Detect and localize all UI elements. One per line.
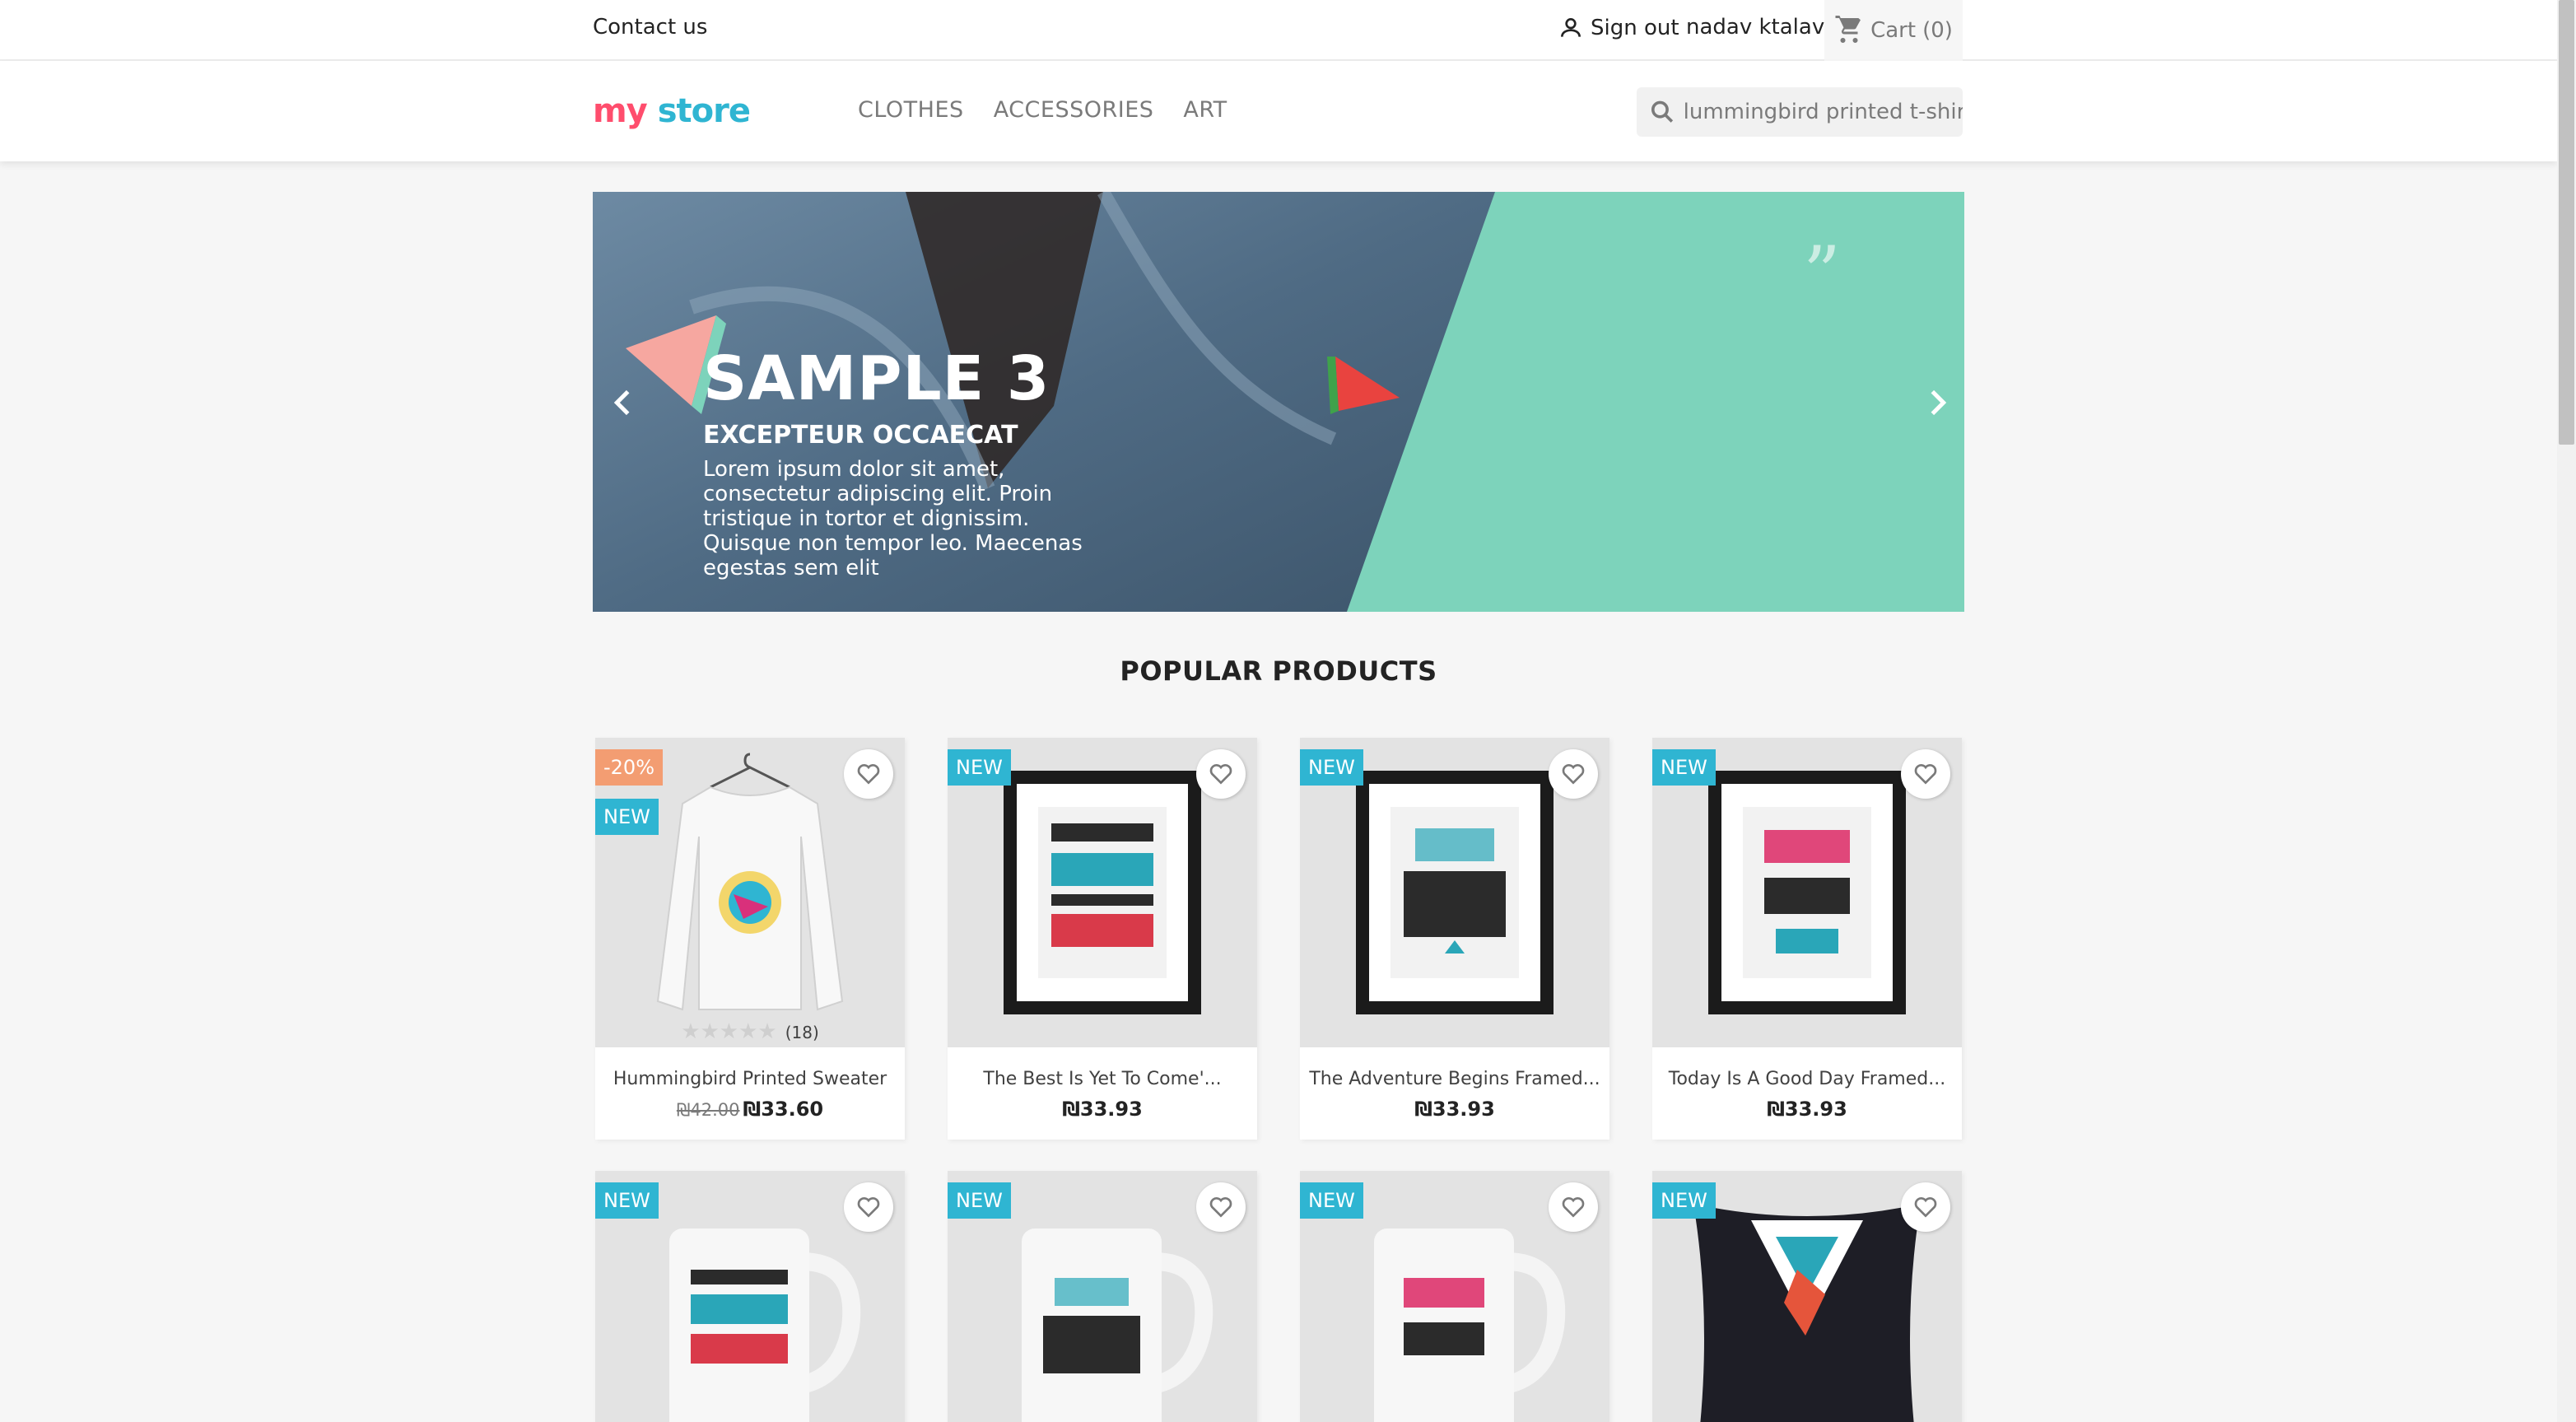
menu-item-clothes[interactable]: CLOTHES <box>858 97 964 123</box>
product-price: ₪33.93 <box>1062 1098 1143 1121</box>
heart-icon <box>1914 764 1937 785</box>
product-price: ₪33.93 <box>1767 1098 1847 1121</box>
product-image-sweater[interactable]: -20% NEW ★★★★★ (18) <box>595 738 905 1047</box>
wishlist-button[interactable] <box>1901 1182 1950 1232</box>
product-name[interactable]: Hummingbird Printed Sweater <box>595 1069 905 1089</box>
svg-text:”: ” <box>1803 231 1841 317</box>
site-header: my store CLOTHES ACCESSORIES ART lumming… <box>0 61 2557 161</box>
product-price: ₪33.60 <box>743 1098 824 1121</box>
logo-part-1: my <box>593 92 648 130</box>
cart-button[interactable]: Cart (0) <box>1824 0 1963 61</box>
product-image-mug-today[interactable]: NEW <box>1300 1171 1609 1422</box>
menu-item-art[interactable]: ART <box>1183 97 1227 123</box>
popular-products-heading: POPULAR PRODUCTS <box>1120 655 1437 687</box>
wishlist-button[interactable] <box>844 1182 893 1232</box>
wishlist-button[interactable] <box>844 749 893 799</box>
carousel-prev-arrow-icon[interactable] <box>606 386 639 419</box>
search-icon <box>1651 100 1674 123</box>
product-image-frame-today[interactable]: NEW <box>1652 738 1962 1047</box>
product-name[interactable]: The Adventure Begins Framed... <box>1300 1069 1609 1089</box>
product-old-price: ₪42.00 <box>676 1100 740 1120</box>
wishlist-button[interactable] <box>1196 1182 1246 1232</box>
wishlist-button[interactable] <box>1901 749 1950 799</box>
heart-icon <box>1209 1197 1232 1218</box>
cart-label: Cart <box>1870 18 1917 43</box>
store-logo[interactable]: my store <box>593 92 751 130</box>
new-badge: NEW <box>1300 1182 1363 1219</box>
wishlist-button[interactable] <box>1549 749 1598 799</box>
product-card[interactable]: NEW <box>948 1171 1257 1422</box>
logo-part-2 <box>647 92 658 130</box>
new-badge: NEW <box>948 1182 1011 1219</box>
logo-part-3: store <box>657 92 751 130</box>
search-value: lummingbird printed t-shirt <box>1683 100 1963 124</box>
product-price: ₪33.93 <box>1414 1098 1495 1121</box>
heart-icon <box>857 1197 880 1218</box>
heart-icon <box>1209 764 1232 785</box>
hero-carousel[interactable]: ” SAMPLE 3 EXCEPTEUR OCCAECAT Lorem ipsu… <box>593 192 1964 612</box>
heart-icon <box>1562 1197 1585 1218</box>
product-card[interactable]: NEW <box>1300 1171 1609 1422</box>
carousel-next-arrow-icon[interactable] <box>1922 386 1954 419</box>
contact-us-link[interactable]: Contact us <box>593 15 707 40</box>
product-image-cushion[interactable]: NEW <box>1652 1171 1962 1422</box>
product-image-mug-best[interactable]: NEW <box>595 1171 905 1422</box>
main-menu: CLOTHES ACCESSORIES ART <box>858 97 1227 123</box>
slide-title: SAMPLE 3 <box>703 343 1050 414</box>
new-badge: NEW <box>1300 749 1363 786</box>
wishlist-button[interactable] <box>1549 1182 1598 1232</box>
search-input[interactable]: lummingbird printed t-shirt <box>1637 87 1963 137</box>
product-image-frame-adventure[interactable]: NEW <box>1300 738 1609 1047</box>
product-card[interactable]: NEW Today Is A Good Day Framed... ₪33.93 <box>1652 738 1962 1140</box>
heart-icon <box>857 764 880 785</box>
wishlist-button[interactable] <box>1196 749 1246 799</box>
heart-icon <box>1562 764 1585 785</box>
product-image-mug-adventure[interactable]: NEW <box>948 1171 1257 1422</box>
product-card[interactable]: NEW The Best Is Yet To Come'... ₪33.93 <box>948 738 1257 1140</box>
cart-count: (0) <box>1922 18 1953 43</box>
user-icon <box>1561 18 1581 37</box>
menu-item-accessories[interactable]: ACCESSORIES <box>994 97 1154 123</box>
new-badge: NEW <box>595 799 659 835</box>
top-nav-bar: Contact us Sign out nadav ktalav Cart (0… <box>0 0 2557 61</box>
sign-out-label: Sign out <box>1591 16 1679 40</box>
new-badge: NEW <box>948 749 1011 786</box>
sign-out-link[interactable]: Sign out <box>1558 15 1679 41</box>
product-card[interactable]: NEW <box>1652 1171 1962 1422</box>
new-badge: NEW <box>1652 1182 1716 1219</box>
cart-icon <box>1835 16 1861 43</box>
discount-badge: -20% <box>595 749 664 786</box>
product-image-frame-best[interactable]: NEW <box>948 738 1257 1047</box>
page-scrollbar-thumb[interactable] <box>2559 0 2574 445</box>
slide-subtitle: EXCEPTEUR OCCAECAT <box>703 421 1018 450</box>
rating-stars: ★★★★★ (18) <box>681 1019 819 1044</box>
product-name[interactable]: Today Is A Good Day Framed... <box>1652 1069 1962 1089</box>
product-card[interactable]: -20% NEW ★★★★★ (18) Hummingbird Printed S… <box>595 738 905 1140</box>
rating-count: (18) <box>785 1023 819 1042</box>
slide-description: Lorem ipsum dolor sit amet, consectetur … <box>703 457 1083 580</box>
product-name[interactable]: The Best Is Yet To Come'... <box>948 1069 1257 1089</box>
new-badge: NEW <box>595 1182 659 1219</box>
product-card[interactable]: NEW The Adventure Begins Framed... ₪33.9… <box>1300 738 1609 1140</box>
heart-icon <box>1914 1197 1937 1218</box>
product-card[interactable]: NEW <box>595 1171 905 1422</box>
account-name-link[interactable]: nadav ktalav <box>1686 15 1824 40</box>
new-badge: NEW <box>1652 749 1716 786</box>
